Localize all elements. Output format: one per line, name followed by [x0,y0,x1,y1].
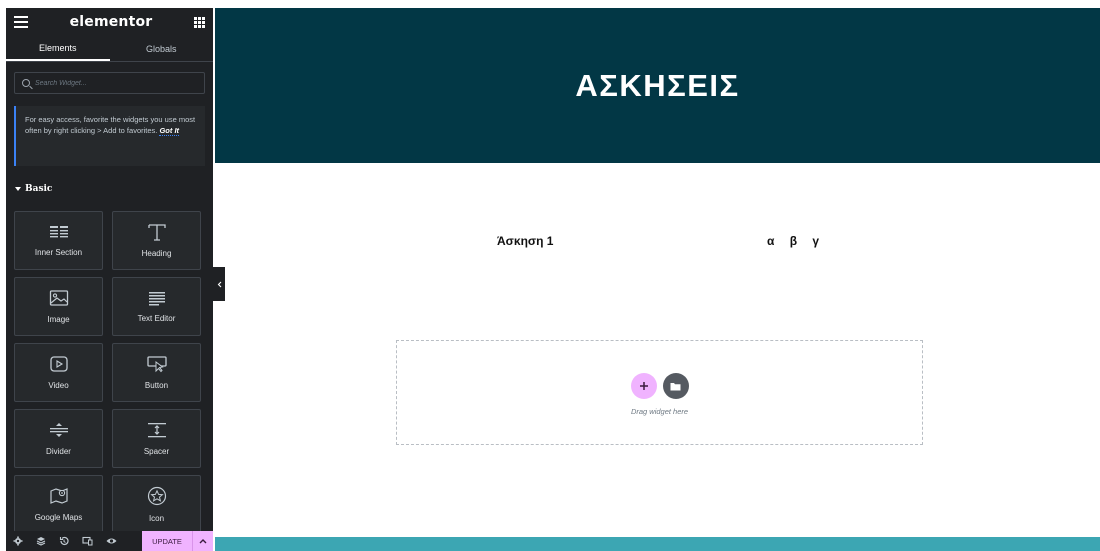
search-icon [22,79,30,87]
plus-icon [639,382,648,390]
footer-section[interactable] [215,537,1100,551]
widget-label: Divider [46,447,71,456]
add-template-button[interactable] [662,373,689,399]
video-icon [49,356,68,372]
button-icon [146,356,167,373]
apps-grid-icon[interactable] [193,16,205,28]
history-icon[interactable] [59,536,69,546]
got-it-link[interactable]: Got It [159,126,180,136]
add-section-dropzone[interactable]: Drag widget here [396,340,923,445]
widget-icon[interactable]: Icon [112,475,201,534]
widget-google-maps[interactable]: Google Maps [14,475,103,534]
widget-grid: Inner Section Heading Image Text Editor … [14,211,204,534]
category-basic[interactable]: Basic [6,184,213,194]
brand-logo: elementor [69,14,153,30]
elements-panel: elementor Elements Globals For easy acce… [6,8,213,551]
widget-button[interactable]: Button [112,343,201,402]
collapse-panel-button[interactable] [213,267,225,301]
panel-tabs: Elements Globals [6,36,213,62]
widget-label: Inner Section [34,248,83,257]
navigator-icon[interactable] [36,536,46,546]
update-options-button[interactable] [192,531,213,551]
folder-icon [670,382,681,390]
image-icon [49,290,68,306]
tab-elements[interactable]: Elements [6,36,110,61]
widget-label: Video [48,381,69,390]
widget-image[interactable]: Image [14,277,103,336]
widget-divider[interactable]: Divider [14,409,103,468]
page-title: ΑΣΚΗΣΕΙΣ [575,67,740,103]
widget-label: Heading [141,249,172,258]
settings-icon[interactable] [13,536,23,546]
widget-label: Text Editor [137,314,176,323]
widget-label: Spacer [143,447,170,456]
chevron-up-icon [199,539,207,544]
divider-icon [49,423,68,437]
preview-icon[interactable] [106,536,117,546]
widget-inner-section[interactable]: Inner Section [14,211,103,270]
spacer-icon [147,423,166,438]
footer-icons [6,536,142,546]
options-heading[interactable]: α β γ [767,234,825,248]
caret-down-icon [15,187,21,191]
widget-spacer[interactable]: Spacer [112,409,201,468]
heading-icon [147,224,166,241]
dropzone-hint: Drag widget here [630,407,689,416]
update-button[interactable]: UPDATE [142,531,192,551]
tab-globals[interactable]: Globals [110,36,214,61]
widget-heading[interactable]: Heading [112,211,201,270]
dropzone-buttons [630,373,689,399]
widget-label: Image [47,315,70,324]
exercise-heading[interactable]: Άσκηση 1 [497,234,553,248]
widget-label: Button [144,381,169,390]
text-editor-icon [148,292,165,306]
category-title: Basic [25,184,53,194]
elementor-editor: elementor Elements Globals For easy acce… [0,0,1100,551]
favorites-tip: For easy access, favorite the widgets yo… [14,106,205,166]
widget-video[interactable]: Video [14,343,103,402]
google-maps-icon [49,488,68,504]
inner-section-icon [49,226,68,238]
hero-section[interactable]: ΑΣΚΗΣΕΙΣ [215,8,1100,163]
star-icon [147,486,166,506]
search-box [14,72,205,94]
menu-icon[interactable] [14,16,28,28]
responsive-icon[interactable] [82,536,93,546]
add-section-button[interactable] [630,373,657,399]
widget-label: Icon [148,514,165,523]
widget-text-editor[interactable]: Text Editor [112,277,201,336]
search-input[interactable] [35,79,195,87]
chevron-left-icon [217,281,221,287]
search-wrap [6,62,213,102]
panel-header: elementor [6,8,213,36]
panel-footer: UPDATE [6,531,213,551]
widget-label: Google Maps [34,513,83,522]
